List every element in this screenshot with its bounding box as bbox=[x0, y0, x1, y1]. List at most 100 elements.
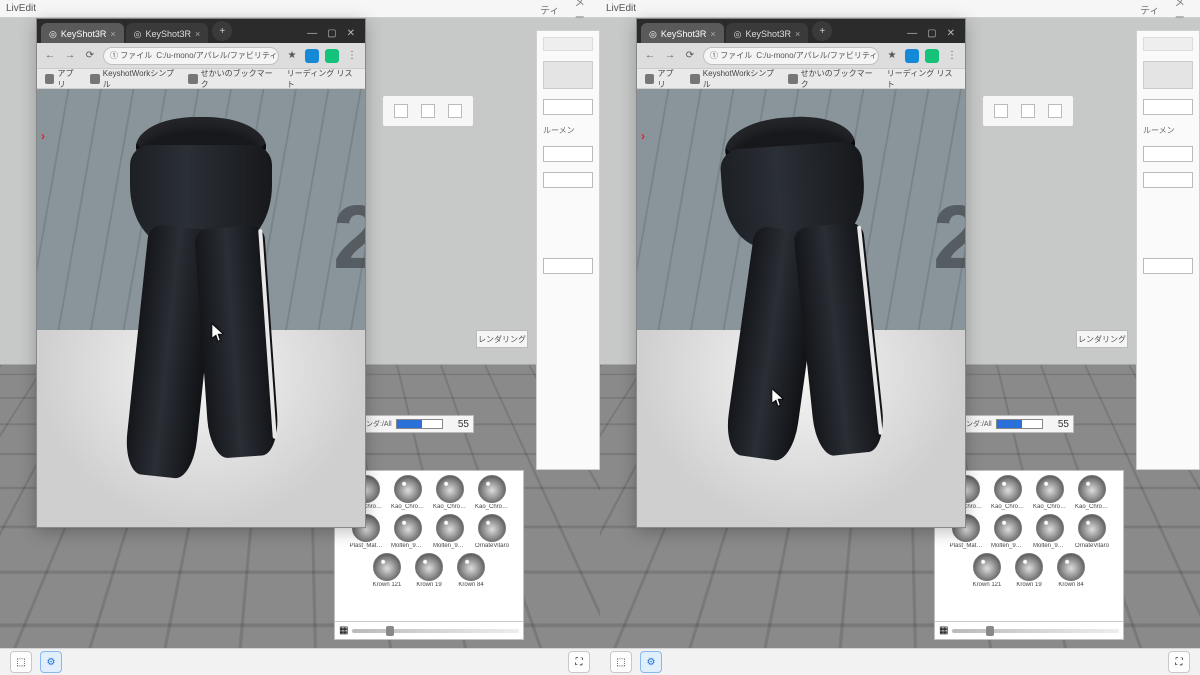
host-side-panel[interactable]: ルーメン bbox=[1136, 30, 1200, 470]
material-item[interactable]: Kao_Chromi… bbox=[1075, 475, 1109, 510]
material-item[interactable]: Kao_Chromi… bbox=[475, 475, 509, 510]
render-button[interactable]: レンダリング bbox=[476, 330, 528, 348]
tab-close-icon[interactable]: × bbox=[195, 29, 200, 39]
tool-icon-b[interactable]: ⚙ bbox=[40, 651, 62, 673]
tool-icon-b[interactable]: ⚙ bbox=[640, 651, 662, 673]
close-icon[interactable]: ✕ bbox=[947, 28, 955, 39]
mini-btn[interactable] bbox=[448, 104, 462, 118]
slider-thumb[interactable] bbox=[386, 626, 394, 636]
maximize-icon[interactable]: ▢ bbox=[927, 28, 936, 39]
browser-tab[interactable]: ◎ KeyShot3R × bbox=[641, 23, 724, 43]
material-item[interactable]: Kao_Chromi… bbox=[991, 475, 1025, 510]
sp-input[interactable] bbox=[543, 258, 593, 274]
tool-icon-a[interactable]: ⬚ bbox=[610, 651, 632, 673]
render-mini-panel[interactable] bbox=[382, 95, 474, 127]
tab-close-icon[interactable]: × bbox=[110, 29, 115, 39]
render-button[interactable]: レンダリング bbox=[1076, 330, 1128, 348]
material-item[interactable]: Molten_999… bbox=[391, 514, 425, 549]
tool-icon-crop[interactable]: ⛶ bbox=[1168, 651, 1190, 673]
browser-content[interactable]: 2 › bbox=[637, 89, 965, 527]
sp-input[interactable] bbox=[1143, 99, 1193, 115]
material-item[interactable]: Kao_Chromi… bbox=[1033, 475, 1067, 510]
nav-back-icon[interactable]: ← bbox=[43, 49, 57, 63]
bookmark-item[interactable]: せかいのブックマーク bbox=[188, 68, 277, 90]
minimize-icon[interactable]: — bbox=[307, 28, 317, 39]
material-item[interactable]: OrnateVitaro bbox=[475, 514, 509, 549]
nav-forward-icon[interactable]: → bbox=[63, 49, 77, 63]
material-item[interactable]: Krown 19 bbox=[1012, 553, 1046, 588]
sp-row[interactable] bbox=[543, 37, 593, 51]
url-field[interactable]: ① ファイル C:/u-mono/アパレル/ファビリティ… bbox=[103, 47, 279, 65]
material-item[interactable]: Kao_Chromi… bbox=[391, 475, 425, 510]
star-icon[interactable]: ★ bbox=[285, 49, 299, 63]
nav-back-icon[interactable]: ← bbox=[643, 49, 657, 63]
browser-tab[interactable]: ◎ KeyShot3R × bbox=[41, 23, 124, 43]
material-item[interactable]: Krown 84 bbox=[1054, 553, 1088, 588]
tab-close-icon[interactable]: × bbox=[710, 29, 715, 39]
mini-btn[interactable] bbox=[1021, 104, 1035, 118]
sp-input[interactable] bbox=[543, 146, 593, 162]
browser-window[interactable]: ◎ KeyShot3R × ◎ KeyShot3R × + — ▢ ✕ ← bbox=[636, 18, 966, 528]
zoom-slider[interactable] bbox=[952, 629, 1119, 633]
bookmark-item[interactable]: せかいのブックマーク bbox=[788, 68, 877, 90]
extension-icon[interactable] bbox=[905, 49, 919, 63]
new-tab-button[interactable]: + bbox=[812, 21, 832, 41]
product-pants[interactable] bbox=[116, 117, 286, 487]
mini-btn[interactable] bbox=[421, 104, 435, 118]
sp-input[interactable] bbox=[1143, 258, 1193, 274]
sp-input[interactable] bbox=[1143, 172, 1193, 188]
sp-input[interactable] bbox=[1143, 146, 1193, 162]
bookmark-item[interactable]: KeyshotWorkシンプル bbox=[90, 68, 178, 90]
maximize-icon[interactable]: ▢ bbox=[327, 28, 336, 39]
extension-icon[interactable] bbox=[325, 49, 339, 63]
browser-tab[interactable]: ◎ KeyShot3R × bbox=[726, 23, 809, 43]
bookmark-item[interactable]: リーディング リスト bbox=[887, 68, 957, 90]
extension-icon[interactable] bbox=[925, 49, 939, 63]
material-item[interactable]: Krown 121 bbox=[970, 553, 1004, 588]
new-tab-button[interactable]: + bbox=[212, 21, 232, 41]
bookmark-item[interactable]: リーディング リスト bbox=[287, 68, 357, 90]
slider-thumb[interactable] bbox=[986, 626, 994, 636]
material-item[interactable]: Molten_999… bbox=[1033, 514, 1067, 549]
material-item[interactable]: Krown 121 bbox=[370, 553, 404, 588]
star-icon[interactable]: ★ bbox=[885, 49, 899, 63]
browser-tab[interactable]: ◎ KeyShot3R × bbox=[126, 23, 209, 43]
material-item[interactable]: OrnateVitaro bbox=[1075, 514, 1109, 549]
tab-close-icon[interactable]: × bbox=[795, 29, 800, 39]
mini-btn[interactable] bbox=[1048, 104, 1062, 118]
tool-icon-crop[interactable]: ⛶ bbox=[568, 651, 590, 673]
minimize-icon[interactable]: — bbox=[907, 28, 917, 39]
material-item[interactable]: Molten_999… bbox=[991, 514, 1025, 549]
mini-btn[interactable] bbox=[994, 104, 1008, 118]
bookmark-item[interactable]: アプリ bbox=[45, 68, 80, 90]
nav-forward-icon[interactable]: → bbox=[663, 49, 677, 63]
sp-row[interactable] bbox=[1143, 37, 1193, 51]
nav-reload-icon[interactable]: ⟳ bbox=[83, 49, 97, 63]
material-item[interactable]: Kao_Chromi… bbox=[433, 475, 467, 510]
product-pants[interactable] bbox=[703, 112, 898, 493]
material-item[interactable]: Krown 84 bbox=[454, 553, 488, 588]
extension-icon[interactable] bbox=[305, 49, 319, 63]
zoom-slider[interactable] bbox=[352, 629, 519, 633]
menu-icon[interactable]: ⋮ bbox=[345, 49, 359, 63]
browser-window[interactable]: ◎ KeyShot3R × ◎ KeyShot3R × + — ▢ ✕ ← bbox=[36, 18, 366, 528]
close-icon[interactable]: ✕ bbox=[347, 28, 355, 39]
mini-btn[interactable] bbox=[394, 104, 408, 118]
sp-box[interactable] bbox=[1143, 61, 1193, 89]
grid-icon[interactable]: ▦ bbox=[939, 625, 948, 636]
tool-icon-a[interactable]: ⬚ bbox=[10, 651, 32, 673]
sp-box[interactable] bbox=[543, 61, 593, 89]
browser-content[interactable]: 2 › bbox=[37, 89, 365, 527]
render-mini-panel[interactable] bbox=[982, 95, 1074, 127]
material-item[interactable]: Krown 19 bbox=[412, 553, 446, 588]
bookmark-item[interactable]: KeyshotWorkシンプル bbox=[690, 68, 778, 90]
bookmark-item[interactable]: アプリ bbox=[645, 68, 680, 90]
grid-icon[interactable]: ▦ bbox=[339, 625, 348, 636]
material-item[interactable]: Molten_999… bbox=[433, 514, 467, 549]
nav-reload-icon[interactable]: ⟳ bbox=[683, 49, 697, 63]
sp-input[interactable] bbox=[543, 172, 593, 188]
host-side-panel[interactable]: ルーメン bbox=[536, 30, 600, 470]
menu-icon[interactable]: ⋮ bbox=[945, 49, 959, 63]
sp-input[interactable] bbox=[543, 99, 593, 115]
url-field[interactable]: ① ファイル C:/u-mono/アパレル/ファビリティ… bbox=[703, 47, 879, 65]
